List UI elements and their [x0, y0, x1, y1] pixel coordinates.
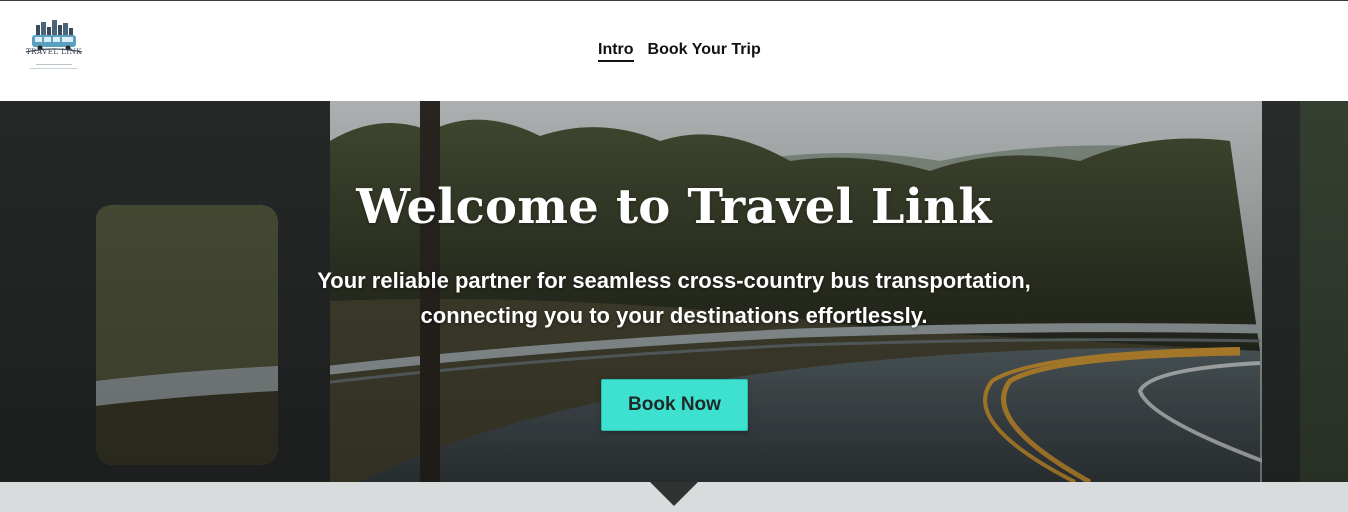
main-nav: Intro Book Your Trip: [598, 41, 761, 62]
next-section: [0, 482, 1348, 512]
nav-item-book-your-trip[interactable]: Book Your Trip: [648, 41, 761, 62]
site-header: TRAVEL LINK Intro Book Your Trip: [0, 1, 1348, 101]
book-now-button[interactable]: Book Now: [601, 379, 748, 431]
section-pointer-icon: [650, 482, 698, 506]
nav-item-intro[interactable]: Intro: [598, 41, 634, 62]
logo-text: TRAVEL LINK: [26, 48, 82, 56]
hero-section: Welcome to Travel Link Your reliable par…: [0, 101, 1348, 482]
hero-title: Welcome to Travel Link: [356, 179, 992, 235]
hero-subtitle: Your reliable partner for seamless cross…: [317, 268, 1031, 328]
